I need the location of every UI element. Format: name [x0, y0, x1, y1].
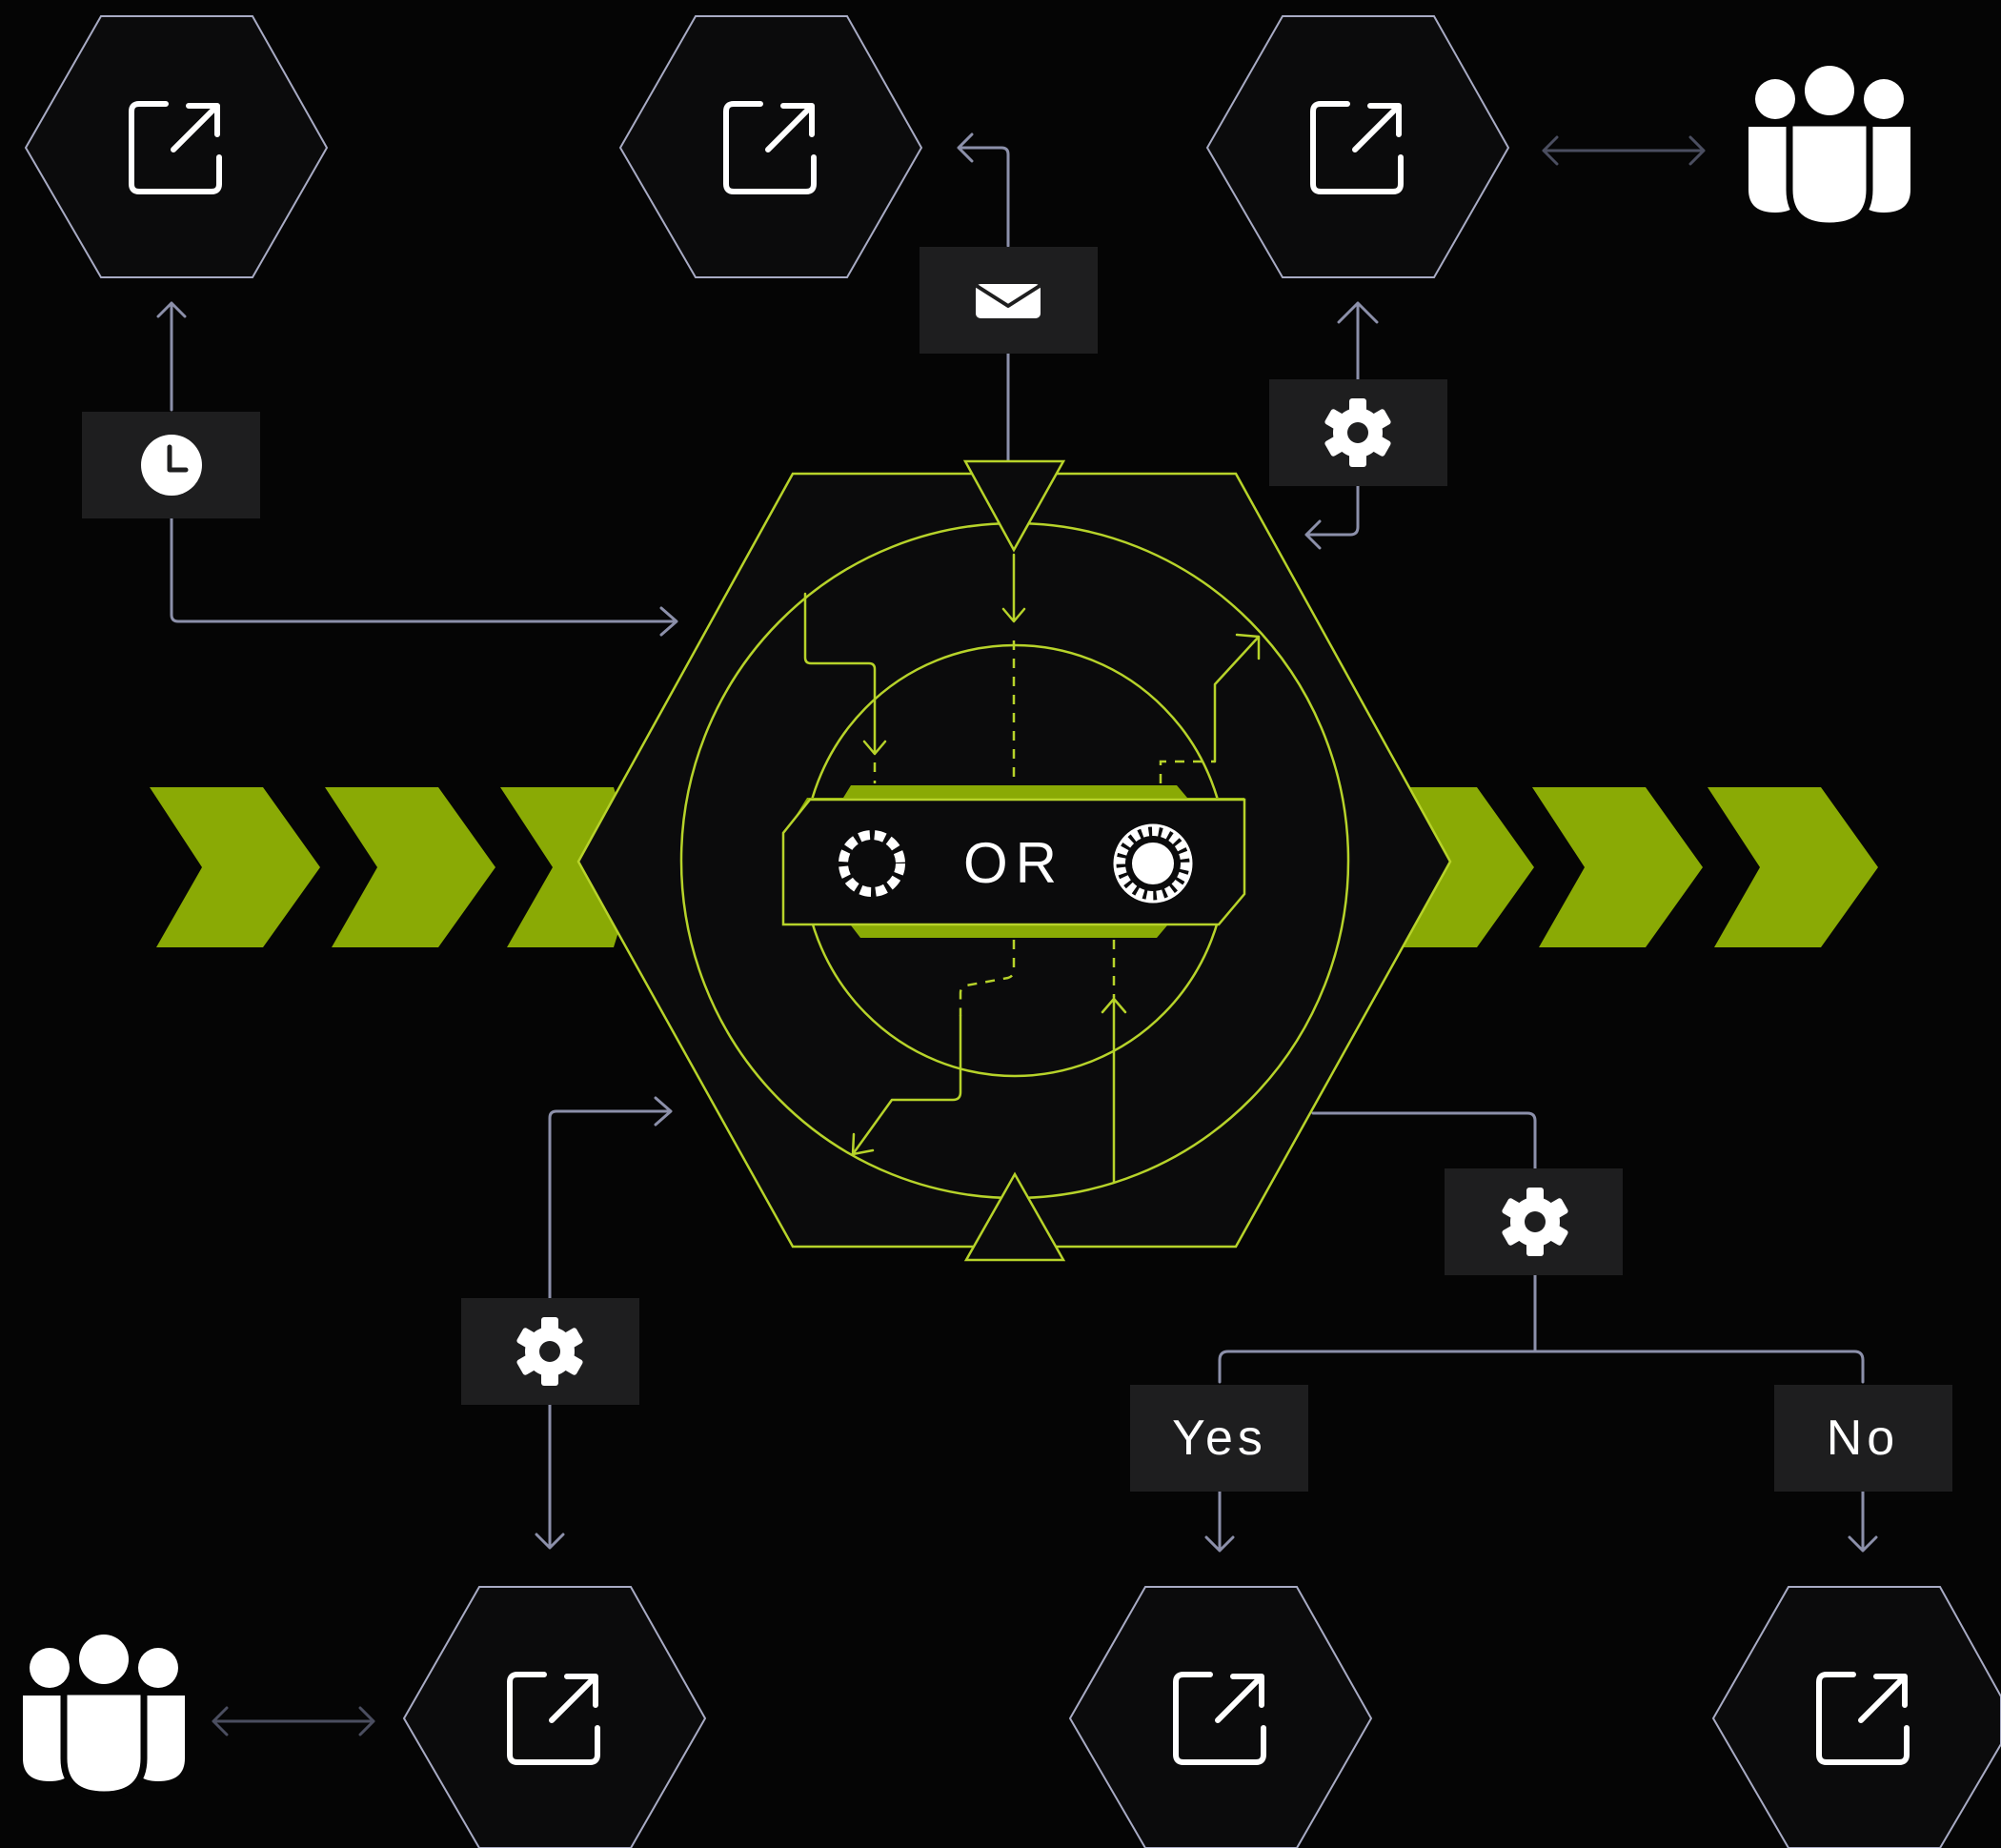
node-top-middle[interactable] — [618, 15, 923, 278]
flow-chevrons-left — [150, 787, 638, 947]
settings-top[interactable] — [1269, 379, 1447, 486]
central-decision-node: OR — [576, 459, 1452, 1262]
node-bottom-left[interactable] — [402, 1586, 707, 1848]
settings-bottom-left[interactable] — [461, 1298, 639, 1405]
users-group-icon — [23, 1635, 185, 1795]
users-group-icon — [1748, 66, 1910, 226]
no-branch[interactable]: No — [1774, 1385, 1952, 1492]
chevron-1 — [150, 787, 320, 947]
no-label: No — [1827, 1411, 1899, 1466]
chevron-5 — [1532, 787, 1703, 947]
node-bottom-no[interactable] — [1711, 1586, 2001, 1848]
chevron-6 — [1708, 787, 1878, 947]
node-top-right[interactable] — [1205, 15, 1510, 278]
node-top-left[interactable] — [24, 15, 329, 278]
envelope-icon — [975, 284, 1041, 318]
yes-label: Yes — [1172, 1411, 1267, 1466]
node-bottom-yes[interactable] — [1068, 1586, 1373, 1848]
email-trigger[interactable] — [920, 247, 1098, 354]
flow-chevrons-right — [1401, 787, 1878, 947]
or-label: OR — [963, 831, 1064, 895]
clock-icon — [141, 435, 202, 496]
workflow-diagram: OR Yes No — [0, 15, 2001, 1848]
settings-decision[interactable] — [1445, 1168, 1623, 1275]
chevron-2 — [325, 787, 495, 947]
timer-trigger[interactable] — [82, 412, 260, 518]
yes-branch[interactable]: Yes — [1130, 1385, 1308, 1492]
